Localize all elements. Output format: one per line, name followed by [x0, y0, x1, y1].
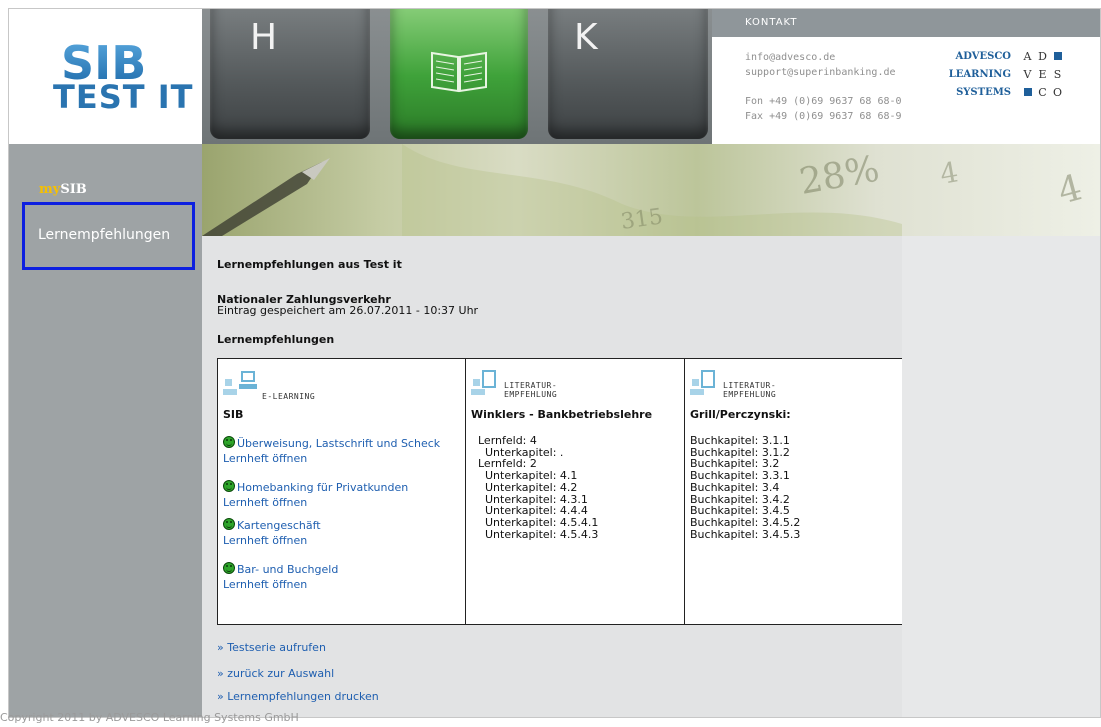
svg-text:4: 4: [1054, 167, 1087, 213]
main-content: Lernempfehlungen aus Test it Nationaler …: [202, 236, 911, 717]
left-sidebar: mySIB Lernempfehlungen: [9, 144, 202, 717]
open-booklet-link[interactable]: Lernheft öffnen: [223, 452, 307, 465]
column-title: Grill/Perczynski:: [690, 408, 791, 421]
key-k: K: [548, 9, 708, 139]
svg-text:4: 4: [937, 155, 960, 191]
contact-email-info[interactable]: info@advesco.de: [745, 52, 835, 63]
page-title: Lernempfehlungen aus Test it: [217, 258, 402, 271]
banner-image: 28% 315 4 4: [202, 144, 1100, 236]
computer-icon: [223, 371, 257, 395]
contact-email-support[interactable]: support@superinbanking.de: [745, 67, 896, 78]
column-type-label-2: EMPFEHLUNG: [723, 390, 777, 399]
course-item: Kartengeschäft Lernheft öffnen: [223, 518, 321, 548]
green-smiley-icon: [223, 518, 235, 530]
advesco-letter: A: [1023, 49, 1032, 63]
learning-word: LEARNING: [948, 68, 1011, 80]
contact-phone: Fon +49 (0)69 9637 68 68-0: [745, 96, 902, 107]
course-item: Homebanking für Privatkunden Lernheft öf…: [223, 480, 408, 510]
book-icon: [431, 51, 487, 93]
column-type-label-2: EMPFEHLUNG: [504, 390, 558, 399]
logo-top-text: SIB: [61, 41, 146, 81]
advesco-word: ADVESCO: [955, 50, 1011, 62]
green-smiley-icon: [223, 480, 235, 492]
open-booklet-link[interactable]: Lernheft öffnen: [223, 496, 307, 509]
page-frame: SIB TEST IT H K KONTAKT info@advesco.de …: [8, 8, 1101, 718]
advesco-letter: S: [1053, 67, 1062, 81]
back-to-selection-link[interactable]: » zurück zur Auswahl: [217, 667, 334, 680]
elearning-column: E-LEARNING SIB Überweisung, Lastschrift …: [218, 359, 466, 624]
right-pane: [902, 236, 1100, 717]
course-link[interactable]: Überweisung, Lastschrift und Scheck: [237, 437, 440, 450]
course-link[interactable]: Bar- und Buchgeld: [237, 563, 338, 576]
contact-header: KONTAKT: [712, 9, 1100, 37]
svg-text:28%: 28%: [796, 149, 882, 203]
mysib-link[interactable]: mySIB: [39, 182, 87, 197]
green-smiley-icon: [223, 436, 235, 448]
sib-logo-graphic: SIB: [61, 41, 146, 81]
key-book: [390, 9, 528, 139]
key-k-letter: K: [574, 17, 598, 58]
column-type-label: LITERATUR-: [504, 381, 558, 390]
advesco-letter: O: [1052, 85, 1063, 99]
course-item: Bar- und Buchgeld Lernheft öffnen: [223, 562, 338, 592]
green-smiley-icon: [223, 562, 235, 574]
mysib-prefix: my: [39, 182, 61, 197]
column-type-label: E-LEARNING: [262, 392, 316, 401]
contact-fax: Fax +49 (0)69 9637 68 68-9: [745, 111, 902, 122]
copyright-text: Copyright 2011 by ADVESCO Learning Syste…: [0, 711, 299, 724]
advesco-logo: ADVESCO A D LEARNING V E S SYSTEMS C O: [947, 47, 1097, 101]
pen-and-paper-illustration: 28% 315 4 4: [202, 144, 1087, 236]
contact-title: KONTAKT: [745, 17, 798, 28]
book-stack-icon: [690, 370, 715, 395]
print-recommendations-link[interactable]: » Lernempfehlungen drucken: [217, 690, 379, 703]
logo-bottom-text: TEST IT: [53, 78, 194, 116]
mysib-suffix: SIB: [60, 182, 87, 197]
systems-word: SYSTEMS: [956, 86, 1011, 98]
sidebar-item-label: Lernempfehlungen: [38, 227, 171, 243]
recommendations-table: E-LEARNING SIB Überweisung, Lastschrift …: [217, 358, 911, 625]
advesco-letter: C: [1038, 85, 1047, 99]
course-link[interactable]: Homebanking für Privatkunden: [237, 481, 408, 494]
sib-logo[interactable]: SIB TEST IT: [9, 9, 202, 144]
advesco-letter: E: [1038, 67, 1047, 81]
key-h-letter: H: [250, 17, 278, 58]
open-booklet-link[interactable]: Lernheft öffnen: [223, 578, 307, 591]
keyboard-banner: H K: [202, 9, 712, 144]
testseries-link[interactable]: » Testserie aufrufen: [217, 641, 326, 654]
chapter-list: Lernfeld: 4 Unterkapitel: . Lernfeld: 2 …: [478, 434, 599, 541]
chapter-list: Buchkapitel: 3.1.1 Buchkapitel: 3.1.2 Bu…: [690, 434, 801, 541]
course-link[interactable]: Kartengeschäft: [237, 519, 321, 532]
column-title: SIB: [223, 408, 244, 421]
literature-column-grill: LITERATUR- EMPFEHLUNG Grill/Perczynski: …: [685, 359, 910, 624]
contact-panel: KONTAKT info@advesco.de support@superinb…: [712, 9, 1100, 144]
column-type-label: LITERATUR-: [723, 381, 777, 390]
course-item: Überweisung, Lastschrift und Scheck Lern…: [223, 436, 440, 466]
key-h: H: [210, 9, 370, 139]
literature-column-winklers: LITERATUR- EMPFEHLUNG Winklers - Bankbet…: [466, 359, 685, 624]
advesco-square: [1020, 86, 1035, 99]
column-title: Winklers - Bankbetriebslehre: [471, 408, 653, 421]
open-booklet-link[interactable]: Lernheft öffnen: [223, 534, 307, 547]
section-heading: Lernempfehlungen: [217, 333, 335, 346]
advesco-letter: V: [1023, 67, 1032, 81]
advesco-letter: D: [1038, 49, 1047, 63]
book-stack-icon: [471, 370, 496, 395]
saved-timestamp: Eintrag gespeichert am 26.07.2011 - 10:3…: [217, 304, 479, 317]
sidebar-item-lernempfehlungen[interactable]: Lernempfehlungen: [22, 202, 195, 270]
advesco-square: [1050, 50, 1065, 63]
